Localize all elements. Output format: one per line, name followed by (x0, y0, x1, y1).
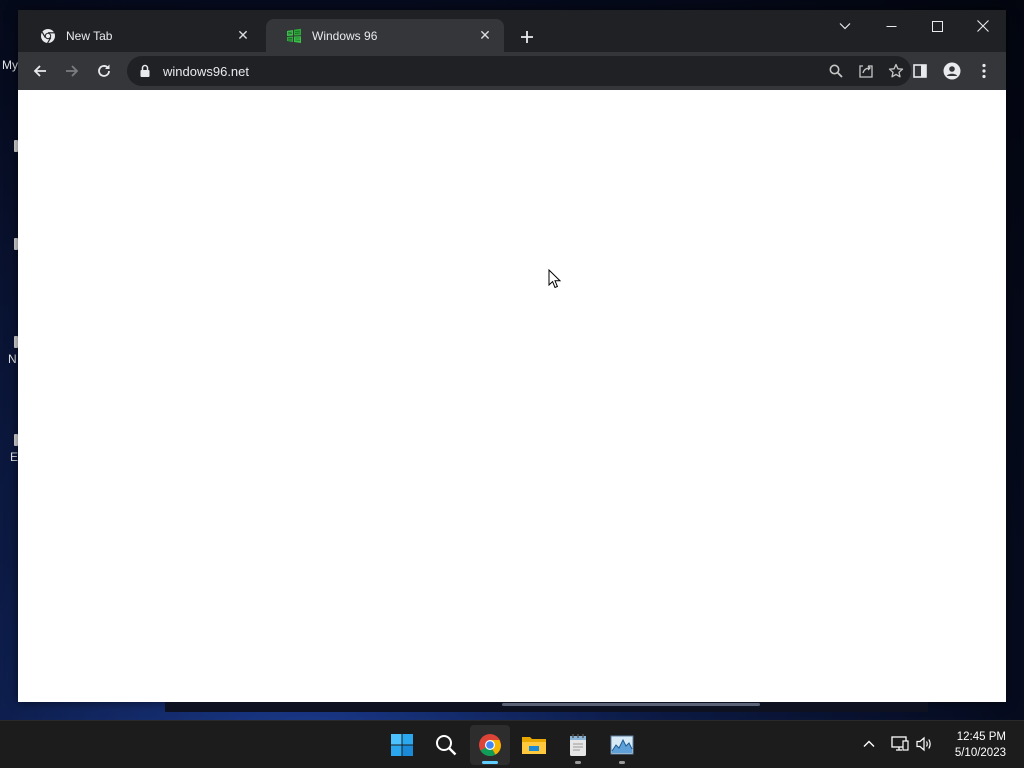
url-input[interactable] (161, 62, 821, 80)
maximize-button[interactable] (914, 10, 960, 42)
side-panel-button[interactable] (906, 57, 934, 85)
desktop-label-peek: E (10, 450, 19, 464)
running-indicator (619, 761, 625, 764)
tab-windows96[interactable]: Windows 96 ✕ (266, 19, 504, 52)
clock-time: 12:45 PM (956, 731, 1006, 743)
minimize-button[interactable] (868, 10, 914, 42)
network-button[interactable] (888, 731, 912, 757)
chevron-up-icon (863, 740, 875, 747)
taskbar-notepad[interactable] (558, 725, 598, 765)
chrome-icon (41, 28, 55, 43)
tab-title: New Tab (66, 28, 113, 43)
arrow-left-icon (33, 65, 46, 77)
search-button[interactable] (426, 725, 466, 765)
active-indicator (482, 761, 498, 764)
horizontal-scrollbar[interactable] (502, 703, 760, 706)
desktop-label-peek: N (8, 352, 17, 366)
chrome-icon (479, 734, 502, 757)
star-icon (888, 63, 904, 78)
close-window-button[interactable] (960, 10, 1006, 42)
profile-icon (943, 62, 961, 80)
minimize-icon (886, 25, 896, 27)
running-indicator (575, 761, 581, 764)
start-icon (391, 734, 413, 756)
side-panel-icon (913, 64, 927, 78)
arrow-right-icon (66, 65, 79, 77)
tab-search-button[interactable] (822, 10, 868, 42)
kebab-menu-icon (982, 63, 986, 79)
start-button[interactable] (382, 725, 422, 765)
notepad-icon (570, 734, 586, 756)
desktop-label-peek: My (2, 58, 18, 72)
close-tab-icon[interactable]: ✕ (476, 27, 494, 45)
lock-icon[interactable] (139, 64, 151, 78)
new-tab-button[interactable] (516, 26, 538, 48)
address-bar[interactable] (127, 56, 911, 86)
volume-button[interactable] (913, 731, 937, 757)
mouse-cursor-icon (548, 269, 562, 289)
taskbar-clock[interactable]: 12:45 PM 5/10/2023 (955, 729, 1006, 761)
task-manager-icon (610, 735, 634, 755)
search-icon (829, 64, 843, 78)
clock-date: 5/10/2023 (954, 747, 1006, 759)
page-content[interactable] (18, 90, 1006, 702)
search-icon (436, 735, 457, 756)
network-icon (891, 736, 909, 751)
menu-button[interactable] (970, 57, 998, 85)
tab-strip: New Tab ✕ Windows 96 ✕ (18, 10, 1006, 52)
show-hidden-icons-button[interactable] (857, 731, 881, 757)
browser-toolbar (18, 52, 1006, 90)
forward-button[interactable] (58, 57, 86, 85)
plus-icon (521, 31, 533, 43)
reload-icon (98, 64, 110, 77)
profile-button[interactable] (938, 57, 966, 85)
tab-new-tab[interactable]: New Tab ✕ (20, 19, 262, 52)
desktop-icons-peek: My N E (0, 0, 20, 700)
windows96-icon (287, 28, 301, 43)
reload-button[interactable] (90, 57, 118, 85)
maximize-icon (931, 20, 943, 32)
volume-icon (916, 736, 931, 752)
browser-window: New Tab ✕ Windows 96 ✕ (18, 10, 1006, 702)
chevron-down-icon (839, 23, 851, 30)
tab-title: Windows 96 (312, 28, 378, 43)
taskbar-file-explorer[interactable] (514, 725, 554, 765)
taskbar-task-manager[interactable] (602, 725, 642, 765)
close-icon (977, 20, 989, 32)
zoom-search-button[interactable] (821, 57, 851, 85)
share-button[interactable] (851, 57, 881, 85)
back-button[interactable] (26, 57, 54, 85)
taskbar-chrome[interactable] (470, 725, 510, 765)
taskbar: 12:45 PM 5/10/2023 (0, 720, 1024, 768)
file-explorer-icon (522, 737, 546, 754)
close-tab-icon[interactable]: ✕ (234, 27, 252, 45)
share-icon (859, 65, 873, 78)
